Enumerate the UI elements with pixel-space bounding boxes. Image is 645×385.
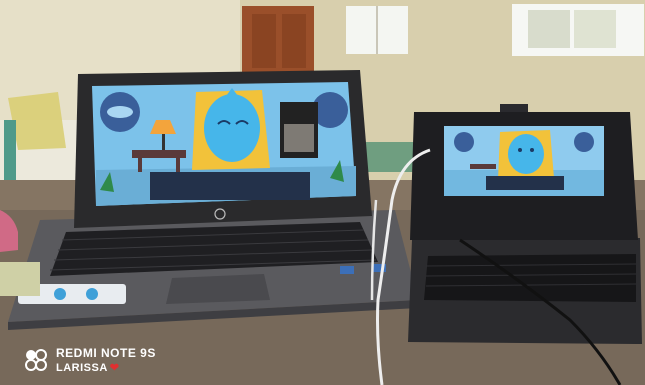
tablet-keyboard (424, 254, 636, 302)
photo-scene: REDMI NOTE 9S LARISSA ❤ (0, 0, 645, 385)
watermark-owner-line: LARISSA ❤ (56, 361, 120, 374)
background-chair (8, 92, 66, 150)
screen-sofa (150, 172, 310, 200)
tablet-character (508, 134, 544, 174)
screen-character (204, 94, 260, 162)
watermark-device: REDMI NOTE 9S (56, 346, 156, 360)
scene-svg (0, 0, 645, 385)
heart-icon: ❤ (109, 362, 120, 374)
screen-side-table (132, 150, 186, 158)
redmi-dual-circle-icon (25, 349, 47, 371)
watermark-owner: LARISSA (56, 362, 108, 374)
paper-item (0, 262, 40, 296)
laptop-touchpad (166, 274, 270, 304)
